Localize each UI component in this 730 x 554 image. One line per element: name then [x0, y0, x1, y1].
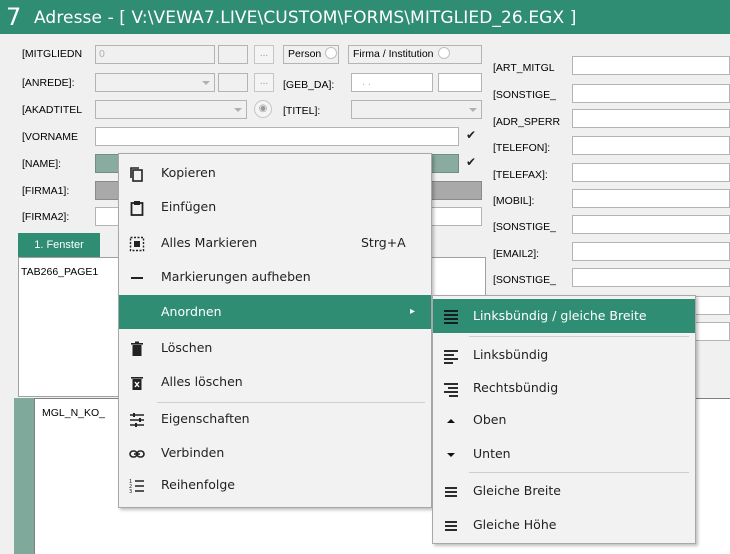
chevron-down-icon [234, 108, 242, 112]
tab-1-fenster[interactable]: 1. Fenster [18, 233, 100, 257]
right-label-sonstige-2: [SONSTIGE_ [493, 221, 557, 233]
sonstige-3-field[interactable] [572, 268, 730, 287]
eye-icon[interactable]: ◉ [254, 100, 272, 118]
geb-suffix-field[interactable] [438, 73, 482, 92]
right-label-mobil: [MOBIL]: [493, 195, 535, 207]
sliders-icon [130, 413, 144, 427]
right-label-art-mitgl: [ART_MITGL [493, 62, 555, 74]
telefon-field[interactable] [572, 136, 730, 155]
minus-icon [131, 277, 143, 279]
order-icon: 123 [129, 479, 144, 494]
menu-item-anordnen[interactable]: Anordnen ▸ [119, 295, 431, 329]
equal-width-icon [445, 487, 457, 497]
mitgliedn-browse-button[interactable]: ... [254, 45, 274, 64]
anrede-browse-button[interactable]: ... [254, 73, 274, 92]
telefax-field[interactable] [572, 163, 730, 182]
link-icon [129, 450, 145, 458]
right-label-sonstige-3: [SONSTIGE_ [493, 274, 557, 286]
firma2-label: [FIRMA2]: [22, 211, 70, 223]
select-all-icon [129, 236, 145, 252]
menu-item-einfuegen[interactable]: Einfügen [119, 190, 431, 224]
person-radio[interactable]: Person [283, 45, 339, 64]
title-bar: 7 Adresse - [ V:\VEWA7.LIVE\CUSTOM\FORMS… [0, 0, 730, 34]
app-logo: 7 [6, 3, 22, 31]
vorname-label: [VORNAME [22, 131, 79, 143]
lower-panel-label: MGL_N_KO_ [42, 407, 106, 419]
menu-item-reihenfolge[interactable]: 123 Reihenfolge [119, 468, 431, 502]
right-label-sonstige-1: [SONSTIGE_ [493, 89, 557, 101]
art-mitgl-field[interactable] [572, 56, 730, 75]
chevron-down-icon [202, 81, 210, 85]
right-label-email2: [EMAIL2]: [493, 248, 540, 260]
align-right-icon [444, 383, 458, 397]
trash-icon [131, 341, 143, 356]
firma1-label: [FIRMA1]: [22, 185, 70, 197]
titel-label: [TITEL]: [283, 105, 321, 117]
mitgliedn-suffix-field[interactable] [218, 45, 248, 64]
caret-down-icon [447, 453, 455, 457]
submenu-separator [469, 336, 689, 337]
firma-label: Firma / Institution [353, 48, 434, 60]
anrede-label: [ANREDE]: [22, 77, 75, 89]
geb-date-field[interactable]: . . [351, 73, 433, 92]
menu-item-loeschen[interactable]: Löschen [119, 331, 431, 365]
sonstige-1-field[interactable] [572, 84, 730, 103]
mobil-field[interactable] [572, 189, 730, 208]
submenu-separator [469, 472, 689, 473]
equal-height-icon [445, 521, 457, 531]
name-label: [NAME]: [22, 158, 62, 170]
mitgliedn-field[interactable]: 0 [95, 45, 215, 64]
check-icon: ✔ [466, 155, 477, 169]
submenu-item-linksbuendig-gleiche-breite[interactable]: Linksbündig / gleiche Breite [433, 299, 695, 333]
akadtitel-label: [AKADTITEL [22, 104, 82, 116]
arrange-submenu: Linksbündig / gleiche Breite Linksbündig… [432, 295, 696, 544]
submenu-item-oben[interactable]: Oben [433, 403, 695, 437]
context-menu: Kopieren Einfügen Alles Markieren Strg+A… [118, 153, 432, 508]
check-icon: ✔ [466, 128, 477, 142]
submenu-item-gleiche-hoehe[interactable]: Gleiche Höhe [433, 508, 695, 542]
lower-left-strip [14, 398, 34, 554]
copy-icon [130, 167, 143, 182]
submenu-arrow-icon: ▸ [410, 306, 416, 317]
paste-icon [130, 201, 144, 216]
caret-up-icon [447, 419, 455, 423]
akadtitel-select[interactable] [95, 100, 247, 119]
menu-item-markierungen-aufheben[interactable]: Markierungen aufheben [119, 260, 431, 294]
tab-page-label: TAB266_PAGE1 [21, 266, 99, 278]
align-left-icon [444, 350, 458, 364]
menu-item-verbinden[interactable]: Verbinden [119, 436, 431, 470]
adr-sperr-field[interactable] [572, 109, 730, 128]
person-radio-dot[interactable] [325, 47, 338, 59]
firma-radio-dot[interactable] [437, 47, 450, 59]
menu-item-alles-markieren[interactable]: Alles Markieren Strg+A [119, 226, 431, 260]
sonstige-2-field[interactable] [572, 215, 730, 234]
align-justify-icon [444, 310, 458, 324]
anrede-select[interactable] [95, 73, 215, 92]
submenu-item-unten[interactable]: Unten [433, 437, 695, 471]
email2-field[interactable] [572, 242, 730, 261]
right-label-adr-sperr: [ADR_SPERR [493, 116, 561, 128]
submenu-item-linksbuendig[interactable]: Linksbündig [433, 338, 695, 372]
mitgliedn-label: [MITGLIEDN [22, 48, 82, 60]
chevron-down-icon [469, 108, 477, 112]
submenu-item-rechtsbuendig[interactable]: Rechtsbündig [433, 371, 695, 405]
menu-item-eigenschaften[interactable]: Eigenschaften [119, 402, 431, 436]
vorname-field[interactable] [95, 127, 459, 146]
firma-radio[interactable]: Firma / Institution [348, 45, 482, 64]
shortcut-label: Strg+A [361, 235, 406, 250]
submenu-item-gleiche-breite[interactable]: Gleiche Breite [433, 474, 695, 508]
right-label-telefon: [TELEFON]: [493, 142, 551, 154]
right-label-telefax: [TELEFAX]: [493, 169, 548, 181]
menu-item-alles-loeschen[interactable]: Alles löschen [119, 365, 431, 399]
anrede-suffix-field[interactable] [218, 73, 248, 92]
geb-label: [GEB_DA]: [283, 79, 335, 91]
titel-select[interactable] [351, 100, 482, 119]
trash-x-icon [131, 377, 143, 390]
window-title: Adresse - [ V:\VEWA7.LIVE\CUSTOM\FORMS\M… [34, 8, 577, 28]
person-label: Person [288, 48, 322, 60]
menu-item-kopieren[interactable]: Kopieren [119, 156, 431, 190]
svg-text:3: 3 [129, 489, 132, 494]
